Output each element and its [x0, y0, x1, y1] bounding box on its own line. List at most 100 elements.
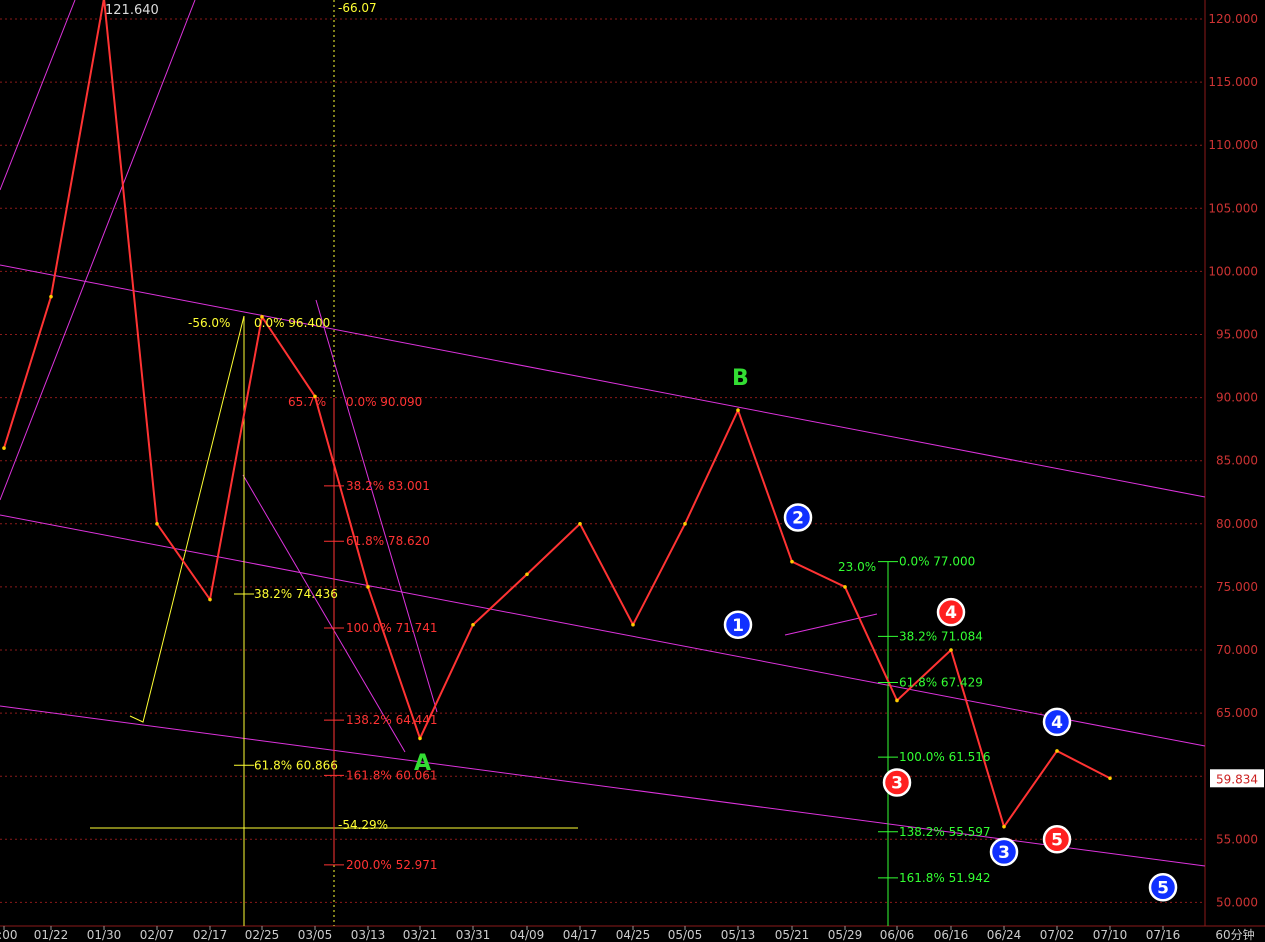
price-point	[366, 585, 370, 589]
wave-circle-label: 3	[891, 774, 903, 794]
fib-yellow-label: 38.2% 74.436	[254, 587, 338, 601]
chart-stage: 120.000 115.000 110.000 105.000 100.000 95.00…	[0, 0, 1265, 942]
fib-green-label: 0.0% 77.000	[899, 555, 975, 569]
fib-red-label: 138.2% 64.441	[346, 713, 438, 727]
fib-red-label: 65.7%	[288, 395, 326, 409]
x-tick-label: 03/21	[403, 928, 438, 942]
price-point	[471, 622, 475, 627]
price-point	[208, 597, 212, 602]
wave-circle-label: 1	[732, 616, 744, 636]
x-tick-label: 02/07	[140, 928, 175, 942]
x-tick-label: 07/16	[1146, 928, 1181, 942]
interval-label: 60分钟	[1215, 927, 1254, 942]
x-tick-label: 01/22	[34, 928, 69, 942]
price-point	[949, 648, 953, 652]
price-point	[843, 585, 847, 589]
channel-line	[0, 514, 1206, 747]
y-tick-label: 65.000	[1216, 706, 1258, 720]
x-tick-label: 02/25	[245, 928, 280, 942]
y-tick-label: 110.000	[1208, 138, 1258, 152]
wave-circle-label: 4	[1051, 713, 1063, 733]
fib-yellow-leg	[129, 315, 245, 723]
y-tick-label: 105.000	[1208, 201, 1258, 215]
x-tick-label: 0:00	[0, 928, 17, 942]
price-point	[895, 698, 899, 703]
y-tick-label: 70.000	[1216, 643, 1258, 657]
price-point	[631, 622, 635, 627]
fib-red-label: 38.2% 83.001	[346, 479, 430, 493]
fib-yellow-label: -54.29%	[338, 818, 388, 832]
y-tick-label: 80.000	[1216, 517, 1258, 531]
y-tick-label: 90.000	[1216, 391, 1258, 405]
channel-line	[0, 264, 1206, 498]
x-tick-label: 06/16	[934, 928, 969, 942]
x-tick-label: 05/29	[828, 928, 863, 942]
fib-yellow-label: -56.0%	[188, 316, 230, 330]
price-point	[578, 522, 582, 526]
channel-line	[0, 0, 76, 191]
price-point	[790, 559, 794, 564]
channel-line	[242, 474, 406, 753]
y-tick-label: 55.000	[1216, 832, 1258, 846]
fib-green-label: 23.0%	[838, 560, 876, 574]
x-tick-label: 03/31	[456, 928, 491, 942]
wave-label: B	[732, 366, 749, 391]
price-point	[736, 408, 740, 413]
y-tick-label: 120.000	[1208, 12, 1258, 26]
x-tick-label: 03/13	[351, 928, 386, 942]
price-point	[683, 522, 687, 526]
x-tick-label: 02/17	[193, 928, 228, 942]
price-point	[1055, 749, 1059, 753]
x-tick-label: 04/09	[510, 928, 545, 942]
moving-average-line	[3, 0, 1111, 828]
high-value-label: 121.640	[105, 3, 159, 18]
x-tick-label: 03/05	[298, 928, 333, 942]
price-point	[1108, 776, 1112, 781]
wave-circle-label: 3	[998, 843, 1010, 863]
x-tick-label: 05/21	[775, 928, 810, 942]
fib-red-label: 61.8% 78.620	[346, 534, 430, 548]
x-tick-label: 04/25	[616, 928, 651, 942]
wave-circle-label: 5	[1157, 878, 1169, 898]
x-tick-label: 06/24	[987, 928, 1022, 942]
x-tick-label: 05/13	[721, 928, 756, 942]
fib-green-label: 161.8% 51.942	[899, 871, 991, 885]
y-tick-label: 95.000	[1216, 328, 1258, 342]
x-tick-label: 01/30	[87, 928, 122, 942]
fib-yellow-label: 0.0% 96.400	[254, 316, 330, 330]
price-point	[418, 736, 422, 741]
fib-green-label: 38.2% 71.084	[899, 629, 983, 643]
channel-line	[0, 0, 196, 501]
price-line	[3, 0, 1111, 829]
fib-red-label: 161.8% 60.061	[346, 768, 438, 782]
current-price-label: 59.834	[1216, 772, 1258, 786]
fib-green-label: 138.2% 55.597	[899, 825, 991, 839]
y-tick-label: 85.000	[1216, 454, 1258, 468]
channel-line	[0, 705, 1206, 867]
x-tick-label: 06/06	[880, 928, 915, 942]
fib-green-label: 61.8% 67.429	[899, 675, 983, 689]
price-point	[155, 522, 159, 526]
fib-green-label: 100.0% 61.516	[899, 750, 991, 764]
fib-red-label: 200.0% 52.971	[346, 858, 438, 872]
wave-circle-label: 5	[1051, 830, 1063, 850]
x-tick-label: 04/17	[563, 928, 598, 942]
price-chart[interactable]: 120.000 115.000 110.000 105.000 100.000 95.00…	[0, 0, 1265, 942]
price-point	[49, 294, 53, 299]
x-tick-label: 07/02	[1040, 928, 1075, 942]
y-tick-label: 115.000	[1208, 75, 1258, 89]
fib-red-label: 100.0% 71.741	[346, 621, 438, 635]
cursor-value-label: -66.07	[338, 1, 377, 15]
x-tick-label: 05/05	[668, 928, 703, 942]
y-tick-label: 75.000	[1216, 580, 1258, 594]
fib-red-label: 0.0% 90.090	[346, 395, 422, 409]
fib-yellow-label: 61.8% 60.866	[254, 758, 338, 772]
y-tick-label: 50.000	[1216, 895, 1258, 909]
price-point	[1002, 824, 1006, 829]
wave-circle-label: 4	[945, 603, 957, 623]
x-tick-label: 07/10	[1093, 928, 1128, 942]
y-tick-label: 100.000	[1208, 264, 1258, 278]
price-point	[525, 572, 529, 577]
price-point	[2, 446, 6, 450]
wave-circle-label: 2	[792, 508, 804, 528]
